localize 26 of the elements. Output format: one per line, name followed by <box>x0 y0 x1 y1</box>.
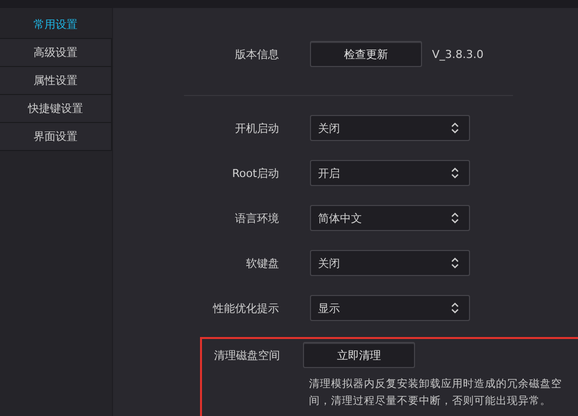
sidebar-item[interactable]: 界面设置 <box>0 122 112 151</box>
up-down-arrows-icon <box>451 257 459 269</box>
setting-label: 开机启动 <box>234 120 279 136</box>
description-text: 清理模拟器内反复安装卸载应用时造成的冗余磁盘空间，清理过程尽量不要中断，否则可能出现异常。 <box>309 377 563 409</box>
up-down-arrows-icon <box>451 302 459 314</box>
sidebar-item[interactable]: 快捷键设置 <box>0 94 112 123</box>
up-down-arrows-icon <box>451 122 459 134</box>
setting-label: Root启动 <box>231 166 279 180</box>
setting-label: 软键盘 <box>245 256 279 270</box>
setting-label: 语言环境 <box>234 210 279 226</box>
clean-now-button[interactable]: 立即清理 <box>303 342 415 368</box>
up-down-arrows-icon <box>451 167 459 179</box>
dropdown-select[interactable]: 简体中文 <box>310 205 470 231</box>
dropdown-select[interactable]: 关闭 <box>310 250 470 276</box>
setting-label: 性能优化提示 <box>212 300 279 316</box>
up-down-arrows-icon <box>451 212 459 224</box>
version-text: V_3.8.3.0 <box>432 48 484 60</box>
sidebar-item[interactable]: 高级设置 <box>0 38 112 67</box>
setting-label: 版本信息 <box>234 46 279 62</box>
setting-label: 清理磁盘空间 <box>213 348 281 362</box>
sidebar-item[interactable]: 属性设置 <box>0 66 112 95</box>
dropdown-select[interactable]: 关闭 <box>310 115 470 141</box>
sidebar-item[interactable]: 常用设置 <box>0 10 112 39</box>
dropdown-select[interactable]: 显示 <box>310 295 470 321</box>
dropdown-select[interactable]: 开启 <box>310 160 470 186</box>
check-update-button[interactable]: 检查更新 <box>310 41 422 67</box>
